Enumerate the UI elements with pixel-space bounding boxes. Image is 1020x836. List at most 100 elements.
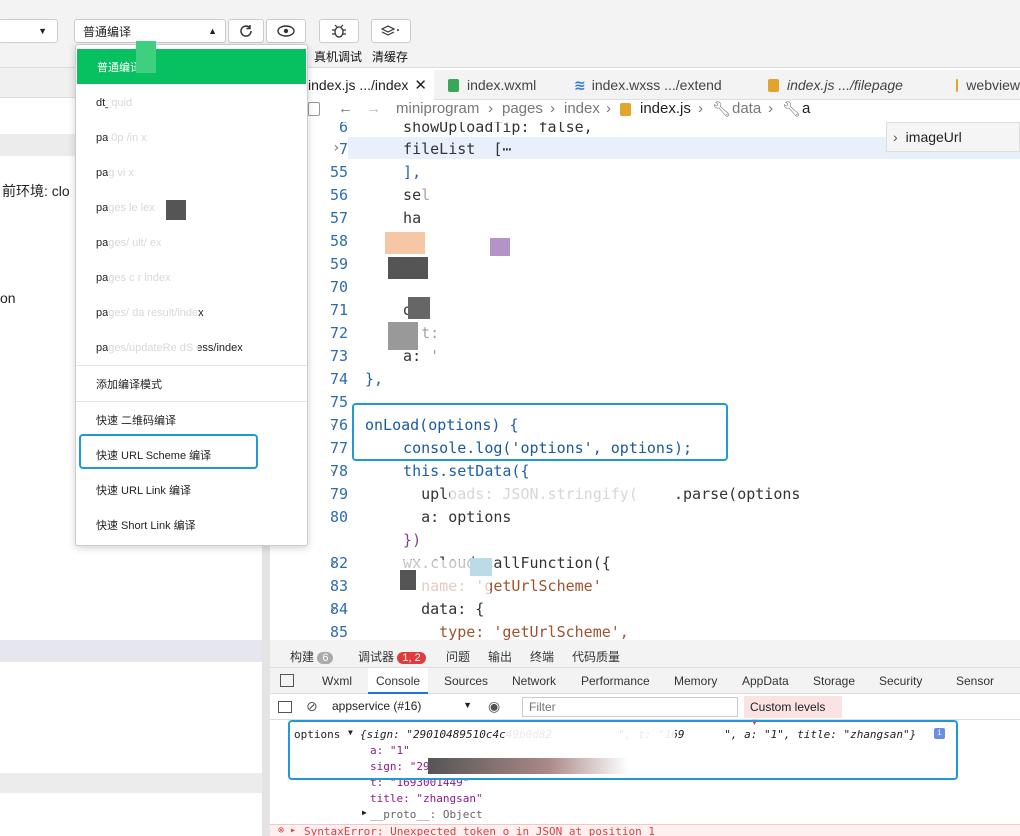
tab-index-wxml[interactable]: index.wxml [442, 70, 554, 100]
file-wxml-icon [448, 78, 459, 92]
redaction-block [408, 297, 430, 319]
tab-label: index.js .../filepage [787, 77, 903, 93]
expand-right-icon[interactable]: ▶ [362, 808, 367, 817]
fold-right-icon[interactable]: › [332, 140, 340, 156]
refresh-icon [240, 25, 252, 37]
redaction-overlay [420, 180, 600, 380]
tab-webview[interactable]: webview [950, 70, 1020, 100]
context-select[interactable]: appservice (#16) ▼ [332, 699, 472, 716]
highlight-url-scheme [79, 434, 258, 469]
bookmark-icon[interactable] [308, 102, 320, 116]
log-levels-select[interactable]: Custom levels ▼ [744, 696, 842, 727]
code-editor[interactable]: › imageUrl 6 7 55 56 57 58 59 70 71 72 73… [300, 122, 1020, 640]
real-debug-label: 真机调试 [314, 50, 363, 64]
wrench-icon: 🔧︎ [712, 101, 732, 118]
breadcrumb-item[interactable]: pages [502, 100, 543, 117]
fold-down-icon[interactable]: ⌄ [330, 600, 337, 613]
close-icon[interactable]: ✕ [414, 76, 427, 94]
tab-appdata[interactable]: AppData [742, 674, 789, 688]
tab-label: 调试器 [358, 650, 395, 664]
chevron-up-icon: ▲ [208, 26, 217, 36]
breadcrumb-item[interactable]: a [802, 100, 810, 117]
simulator-select[interactable]: ▼ [0, 19, 58, 43]
tab-index-js[interactable]: index.js .../index ✕ [300, 70, 434, 100]
console-filter-input[interactable] [522, 697, 738, 717]
breadcrumb-item[interactable]: index.js [640, 100, 691, 117]
levels-label: Custom levels [750, 700, 826, 714]
code-line: showUploadTip: false, [385, 122, 593, 136]
menu-item-add-mode[interactable]: 添加编译模式 [76, 366, 307, 401]
redaction-block [166, 200, 186, 220]
highlight-options-log [288, 720, 958, 780]
tab-build[interactable]: 构建 6 [290, 648, 334, 665]
breadcrumb-sep: › [768, 100, 773, 117]
error-message[interactable]: SyntaxError: Unexpected token o in JSON … [304, 825, 655, 836]
breadcrumb-item[interactable]: miniprogram [396, 100, 479, 117]
tab-index-js-filepage[interactable]: index.js .../filepage [760, 70, 940, 100]
tab-index-wxss[interactable]: ≋ index.wxss .../extend [570, 70, 750, 100]
clear-cache-button[interactable] [371, 19, 411, 43]
badge: 6 [317, 652, 334, 664]
line-number: 84 [329, 600, 348, 618]
tab-code-quality[interactable]: 代码质量 [572, 648, 620, 665]
fold-down-icon[interactable]: ⌄ [330, 462, 337, 475]
redaction-block [136, 41, 156, 73]
tab-label: webview [966, 77, 1020, 93]
code-line: a: options [385, 508, 512, 526]
badge: 1, 2 [397, 652, 426, 664]
preview-button[interactable] [266, 19, 306, 43]
refresh-button[interactable] [228, 19, 264, 43]
breadcrumb-item[interactable]: index [564, 100, 600, 117]
tab-wxml[interactable]: Wxml [322, 674, 352, 688]
tab-issues[interactable]: 问题 [446, 648, 470, 665]
tab-label: 构建 [290, 650, 315, 664]
line-number: 83 [329, 577, 348, 595]
tab-storage[interactable]: Storage [813, 674, 855, 688]
menu-item-url-link-compile[interactable]: 快速 URL Link 编译 [76, 472, 307, 507]
tab-security[interactable]: Security [879, 674, 922, 688]
bug-icon [332, 24, 346, 38]
inspect-icon[interactable] [280, 674, 294, 687]
eye-icon[interactable]: ◉ [488, 698, 500, 715]
code-line: ha [385, 209, 422, 227]
tab-memory[interactable]: Memory [674, 674, 717, 688]
clear-console-icon[interactable]: ⊘ [306, 698, 318, 715]
menu-item-normal-compile[interactable]: 普通编译 [77, 49, 306, 84]
outline-item[interactable]: imageUrl [906, 129, 962, 145]
env-text: 前环境: clo [2, 183, 70, 199]
chevron-down-icon: ▼ [38, 26, 47, 36]
tab-output[interactable]: 输出 [488, 648, 512, 665]
simulator-row-highlight [0, 640, 262, 662]
menu-item-short-link-compile[interactable]: 快速 Short Link 编译 [76, 507, 307, 542]
forward-arrow-icon[interactable]: → [366, 100, 381, 117]
tab-debugger[interactable]: 调试器 1, 2 [358, 648, 426, 665]
outline-popup[interactable]: › imageUrl [886, 122, 1020, 152]
sidebar-toggle-icon[interactable] [278, 701, 292, 713]
tab-terminal[interactable]: 终端 [530, 648, 554, 665]
clear-cache-label: 清缓存 [372, 50, 409, 64]
line-number: 82 [329, 554, 348, 572]
tab-performance[interactable]: Performance [581, 674, 650, 688]
fold-down-icon[interactable]: ⌄ [330, 416, 337, 429]
real-debug-button[interactable] [319, 19, 359, 43]
tab-sensor[interactable]: Sensor [956, 674, 994, 688]
breadcrumb-sep: › [606, 100, 611, 117]
line-number: 85 [329, 623, 348, 640]
tab-network[interactable]: Network [512, 674, 556, 688]
code-line: }) [385, 531, 422, 549]
menu-item-qr-compile[interactable]: 快速 二维码编译 [76, 402, 307, 437]
file-js-icon [768, 78, 779, 92]
simulator-footer-bar [0, 773, 262, 793]
tab-sources[interactable]: Sources [444, 674, 488, 688]
breadcrumb-item[interactable]: data [732, 100, 761, 117]
tab-console[interactable]: Console [368, 668, 429, 694]
code-line: this.setData({ [385, 462, 530, 480]
context-label: appservice (#16) [332, 699, 422, 713]
tab-label: index.wxml [467, 77, 537, 93]
redaction-block [385, 232, 425, 254]
redaction-block [470, 558, 492, 576]
compile-mode-select[interactable]: 普通编译 ▲ [74, 19, 226, 43]
back-arrow-icon[interactable]: ← [338, 100, 353, 117]
error-icon: ⊗ ▸ [278, 825, 297, 836]
fold-down-icon[interactable]: ⌄ [330, 554, 337, 567]
